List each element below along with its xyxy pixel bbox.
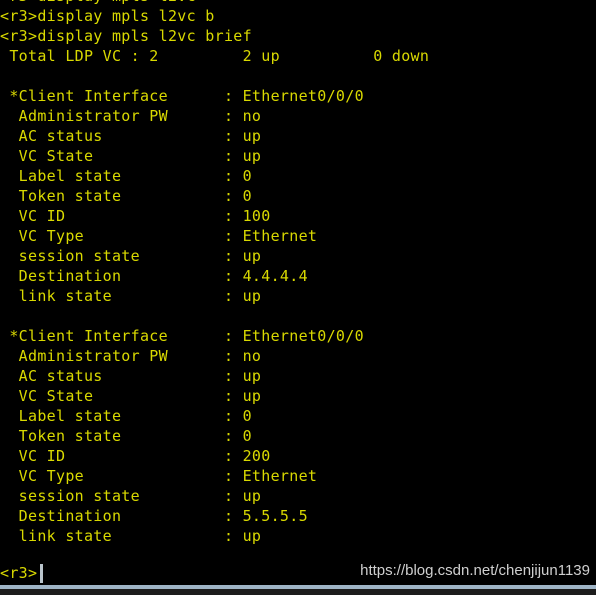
terminal-line-list: <r3>display mpls l2vc b <r3>display mpls … — [0, 6, 596, 546]
terminal-line: Label state : 0 — [0, 407, 252, 425]
terminal-line: <r3>display mpls l2vc brief — [0, 27, 252, 45]
terminal-line: *Client Interface : Ethernet0/0/0 — [0, 327, 364, 345]
terminal-line: Destination : 5.5.5.5 — [0, 507, 308, 525]
terminal-line: Destination : 4.4.4.4 — [0, 267, 308, 285]
terminal-line: session state : up — [0, 247, 262, 265]
terminal-line: Label state : 0 — [0, 167, 252, 185]
terminal-line: VC State : up — [0, 387, 262, 405]
terminal-line: Token state : 0 — [0, 427, 252, 445]
terminal-line: link state : up — [0, 287, 262, 305]
terminal-line: VC State : up — [0, 147, 262, 165]
terminal-output[interactable]: <r3>display mpls l2vc <r3>display mpls l… — [0, 0, 596, 585]
terminal-line: link state : up — [0, 527, 262, 545]
terminal-line: Total LDP VC : 2 2 up 0 down — [0, 47, 430, 65]
terminal-line: Administrator PW : no — [0, 347, 262, 365]
terminal-line: VC Type : Ethernet — [0, 467, 318, 485]
terminal-line: AC status : up — [0, 367, 262, 385]
terminal-line: <r3>display mpls l2vc b — [0, 7, 215, 25]
text-cursor — [40, 564, 43, 583]
terminal-window: <r3>display mpls l2vc <r3>display mpls l… — [0, 0, 596, 595]
terminal-line: Token state : 0 — [0, 187, 252, 205]
terminal-line: *Client Interface : Ethernet0/0/0 — [0, 87, 364, 105]
terminal-line: VC ID : 200 — [0, 447, 271, 465]
window-bottom-bar — [0, 589, 596, 595]
terminal-line: VC ID : 100 — [0, 207, 271, 225]
shell-prompt: <r3> — [0, 564, 38, 582]
terminal-line: session state : up — [0, 487, 262, 505]
terminal-line: Administrator PW : no — [0, 107, 262, 125]
terminal-line: VC Type : Ethernet — [0, 227, 318, 245]
watermark-url: https://blog.csdn.net/chenjijun1139 — [360, 562, 590, 579]
terminal-line: AC status : up — [0, 127, 262, 145]
